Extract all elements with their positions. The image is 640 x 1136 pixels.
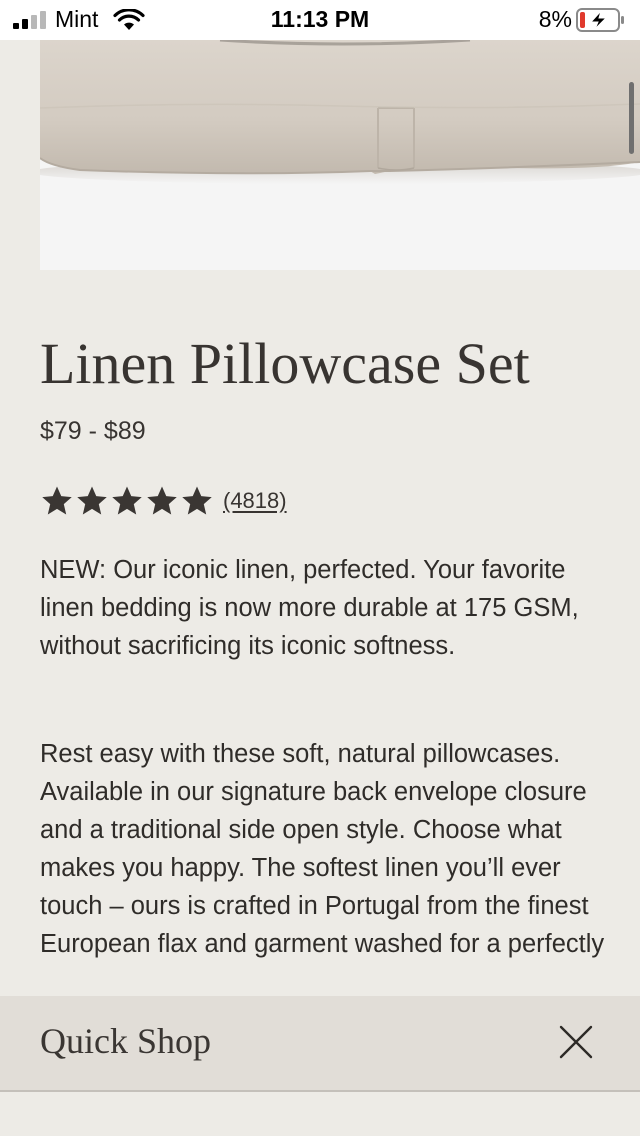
star-icon bbox=[77, 486, 107, 515]
product-description-body: Rest easy with these soft, natural pillo… bbox=[40, 740, 605, 958]
battery-percent: 8% bbox=[538, 6, 572, 32]
quick-shop-label[interactable]: Quick Shop bbox=[40, 1020, 211, 1062]
review-count-link[interactable]: (4818) bbox=[223, 488, 287, 514]
close-button[interactable] bbox=[556, 1022, 596, 1062]
product-image bbox=[40, 40, 640, 270]
star-icon bbox=[182, 486, 212, 515]
product-title: Linen Pillowcase Set bbox=[40, 331, 530, 396]
quick-shop-bar[interactable]: Quick Shop bbox=[0, 996, 640, 1092]
bottom-strip bbox=[0, 1092, 640, 1136]
star-icon bbox=[147, 486, 177, 515]
product-description-intro: NEW: Our iconic linen, perfected. Your f… bbox=[40, 556, 579, 660]
product-rating: (4818) bbox=[40, 484, 287, 518]
status-bar: Mint 11:13 PM 8% bbox=[0, 0, 640, 40]
product-price: $79 - $89 bbox=[40, 417, 146, 445]
pillowcase-illustration bbox=[40, 40, 640, 270]
star-icon bbox=[42, 486, 72, 515]
star-rating bbox=[40, 484, 214, 518]
star-icon bbox=[112, 486, 142, 515]
scroll-indicator[interactable] bbox=[629, 82, 634, 154]
battery-charging-icon bbox=[576, 8, 624, 32]
close-icon[interactable] bbox=[556, 1022, 596, 1062]
